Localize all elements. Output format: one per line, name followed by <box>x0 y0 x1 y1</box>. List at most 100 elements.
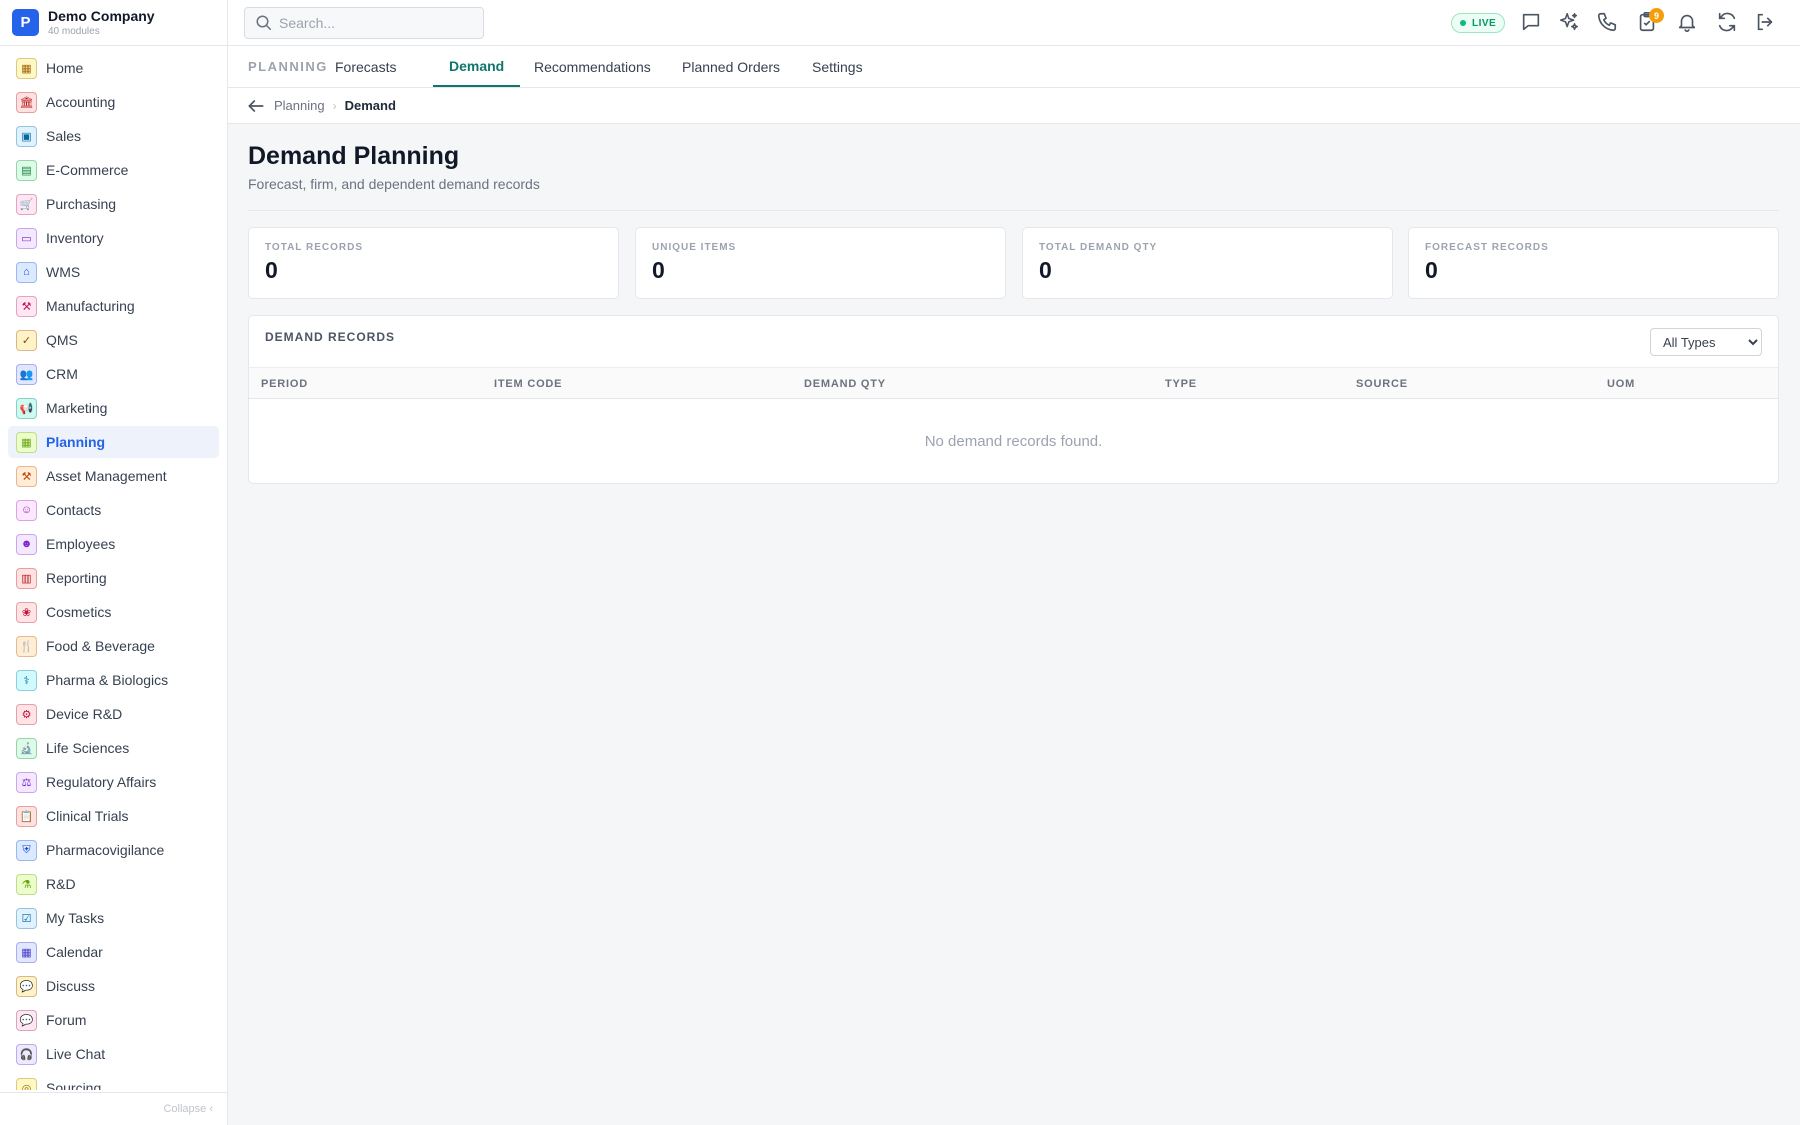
sidebar-item-label: E-Commerce <box>46 162 129 178</box>
panel-title: DEMAND RECORDS <box>265 330 396 344</box>
sidebar-item-e-commerce[interactable]: ▤ E-Commerce <box>8 154 219 186</box>
sidebar-item-food-beverage[interactable]: 🍴 Food & Beverage <box>8 630 219 662</box>
sidebar-item-regulatory-affairs[interactable]: ⚖ Regulatory Affairs <box>8 766 219 798</box>
tab-label: Demand <box>449 57 505 74</box>
sidebar-item-life-sciences[interactable]: 🔬 Life Sciences <box>8 732 219 764</box>
sidebar-item-discuss[interactable]: 💬 Discuss <box>8 970 219 1002</box>
tab-forecasts[interactable]: Forecasts <box>319 46 412 87</box>
sidebar-item-label: Cosmetics <box>46 604 112 620</box>
tab-label: Forecasts <box>335 58 397 75</box>
sidebar-item-calendar[interactable]: ▦ Calendar <box>8 936 219 968</box>
column-header-item-code[interactable]: ITEM CODE <box>494 378 562 390</box>
breadcrumb-current: Demand <box>344 98 396 113</box>
sidebar-item-label: Inventory <box>46 230 104 246</box>
sidebar: P Demo Company 40 modules ▦ Home 🏛 Accounti… <box>0 0 228 1125</box>
sidebar-item-accounting[interactable]: 🏛 Accounting <box>8 86 219 118</box>
sidebar-item-device-r-d[interactable]: ⚙ Device R&D <box>8 698 219 730</box>
sidebar-item-sales[interactable]: ▣ Sales <box>8 120 219 152</box>
sidebar-item-contacts[interactable]: ☺ Contacts <box>8 494 219 526</box>
forum-icon: 💬 <box>16 1009 37 1031</box>
column-header-type[interactable]: TYPE <box>1165 378 1197 390</box>
sidebar-item-inventory[interactable]: ▭ Inventory <box>8 222 219 254</box>
switch-company-icon[interactable] <box>1716 11 1740 35</box>
sidebar-item-label: Clinical Trials <box>46 808 129 824</box>
stat-label: TOTAL DEMAND QTY <box>1039 242 1158 253</box>
sidebar-item-reporting[interactable]: ▥ Reporting <box>8 562 219 594</box>
sidebar-item-label: Pharma & Biologics <box>46 672 169 688</box>
megaphone-icon: 📢 <box>16 397 37 419</box>
sidebar-item-live-chat[interactable]: 🎧 Live Chat <box>8 1038 219 1070</box>
approvals-icon[interactable]: 9 <box>1636 8 1664 35</box>
phone-icon[interactable] <box>1596 11 1620 35</box>
sidebar-item-clinical-trials[interactable]: 📋 Clinical Trials <box>8 800 219 832</box>
sidebar-item-home[interactable]: ▦ Home <box>8 52 219 84</box>
tab-demand[interactable]: Demand <box>433 46 521 87</box>
headset-icon: 🎧 <box>16 1043 37 1065</box>
stat-label: TOTAL RECORDS <box>265 242 364 253</box>
back-arrow-icon[interactable] <box>246 96 266 116</box>
checklist-icon: ☑ <box>16 907 37 929</box>
sidebar-item-pharma-biologics[interactable]: ⚕ Pharma & Biologics <box>8 664 219 696</box>
sidebar-item-label: Pharmacovigilance <box>46 842 165 858</box>
clipboard-icon: 📋 <box>16 805 37 827</box>
sidebar-item-purchasing[interactable]: 🛒 Purchasing <box>8 188 219 220</box>
sidebar-item-label: Marketing <box>46 400 108 416</box>
module-count: 40 modules <box>48 25 100 37</box>
sidebar-item-r-d[interactable]: ⚗ R&D <box>8 868 219 900</box>
brand[interactable]: P Demo Company 40 modules <box>0 0 227 46</box>
tab-recommendations[interactable]: Recommendations <box>518 46 667 87</box>
sidebar-item-sourcing[interactable]: ◎ Sourcing <box>8 1072 219 1090</box>
sidebar-item-planning[interactable]: ▦ Planning <box>8 426 219 458</box>
sidebar-item-label: Life Sciences <box>46 740 130 756</box>
device-icon: ⚙ <box>16 703 37 725</box>
stat-card-total-records: TOTAL RECORDS 0 <box>248 227 619 299</box>
logout-icon[interactable] <box>1754 11 1778 35</box>
sidebar-item-pharmacovigilance[interactable]: ⛨ Pharmacovigilance <box>8 834 219 866</box>
sidebar-item-forum[interactable]: 💬 Forum <box>8 1004 219 1036</box>
flask-icon: ⚗ <box>16 873 37 895</box>
column-header-uom[interactable]: UOM <box>1607 378 1635 390</box>
collapse-sidebar-button[interactable]: Collapse ‹ <box>0 1092 227 1125</box>
company-logo: P <box>12 9 39 36</box>
sidebar-item-marketing[interactable]: 📢 Marketing <box>8 392 219 424</box>
live-label: LIVE <box>1472 17 1497 29</box>
search-input[interactable] <box>279 15 479 31</box>
empty-state-message: No demand records found. <box>924 432 1103 450</box>
sidebar-item-label: Asset Management <box>46 468 167 484</box>
cart-icon: 🛒 <box>16 193 37 215</box>
sales-icon: ▣ <box>16 125 37 147</box>
column-header-period[interactable]: PERIOD <box>261 378 308 390</box>
sidebar-item-qms[interactable]: ✓ QMS <box>8 324 219 356</box>
sidebar-item-cosmetics[interactable]: ❀ Cosmetics <box>8 596 219 628</box>
bell-icon[interactable] <box>1676 11 1700 35</box>
tab-planned-orders[interactable]: Planned Orders <box>666 46 796 87</box>
sidebar-item-crm[interactable]: 👥 CRM <box>8 358 219 390</box>
sidebar-item-employees[interactable]: ☻ Employees <box>8 528 219 560</box>
column-header-source[interactable]: SOURCE <box>1356 378 1408 390</box>
employee-icon: ☻ <box>16 533 37 555</box>
ai-sparkle-icon[interactable] <box>1558 11 1582 35</box>
sidebar-item-label: Calendar <box>46 944 103 960</box>
sidebar-item-asset-management[interactable]: ⚒ Asset Management <box>8 460 219 492</box>
company-name: Demo Company <box>48 7 155 24</box>
sidebar-item-wms[interactable]: ⌂ WMS <box>8 256 219 288</box>
page-title: Demand Planning <box>248 142 460 170</box>
archive-icon: ▭ <box>16 227 37 249</box>
check-badge-icon: ✓ <box>16 329 37 351</box>
sidebar-item-label: Planning <box>46 434 106 450</box>
tab-settings[interactable]: Settings <box>796 46 879 87</box>
bar-chart-icon: ▥ <box>16 567 37 589</box>
search-box[interactable] <box>244 7 484 39</box>
messages-icon[interactable] <box>1520 11 1544 35</box>
sidebar-item-manufacturing[interactable]: ⚒ Manufacturing <box>8 290 219 322</box>
calendar-plan-icon: ▦ <box>16 431 37 453</box>
utensils-icon: 🍴 <box>16 635 37 657</box>
column-header-demand-qty[interactable]: DEMAND QTY <box>804 378 886 390</box>
sidebar-item-label: Reporting <box>46 570 107 586</box>
type-filter-select[interactable]: All Types <box>1650 328 1762 356</box>
sidebar-item-my-tasks[interactable]: ☑ My Tasks <box>8 902 219 934</box>
sidebar-item-label: Food & Beverage <box>46 638 155 654</box>
stat-value: 0 <box>1039 257 1052 283</box>
breadcrumb-planning-link[interactable]: Planning <box>274 98 325 113</box>
tab-label: Recommendations <box>534 58 651 75</box>
